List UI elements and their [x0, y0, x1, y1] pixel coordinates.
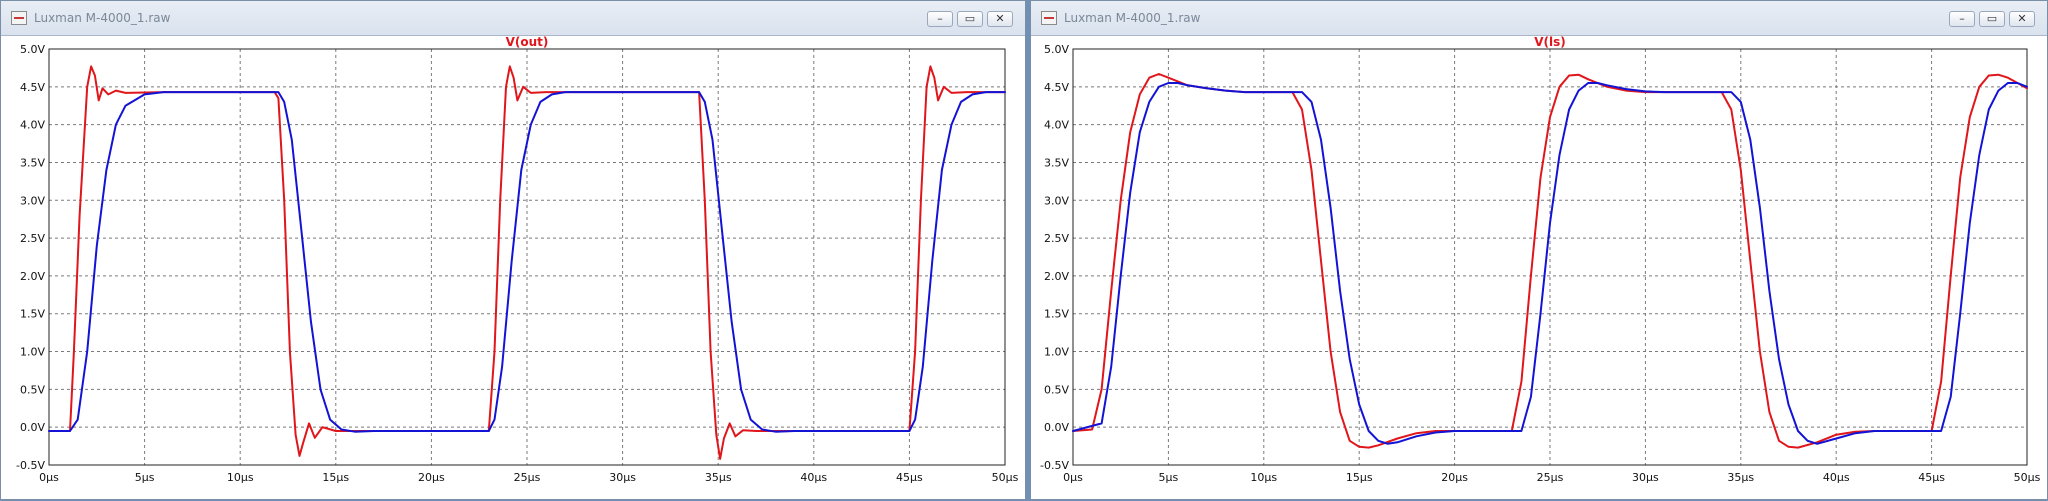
trace-title-vls: V(ls)	[1534, 35, 1566, 49]
x-tick-label: 45µs	[1918, 471, 1945, 484]
x-tick-label: 35µs	[705, 471, 732, 484]
x-tick-label: 25µs	[1537, 471, 1564, 484]
y-tick-label: 2.5V	[20, 232, 45, 245]
waveform-app-icon	[1041, 11, 1057, 25]
y-tick-label: 1.0V	[20, 346, 45, 359]
x-tick-label: 15µs	[1346, 471, 1373, 484]
x-tick-label: 0µs	[39, 471, 59, 484]
x-tick-label: 50µs	[992, 471, 1019, 484]
y-tick-label: 2.0V	[1044, 270, 1069, 283]
close-button[interactable]: ✕	[2009, 11, 2035, 27]
x-tick-label: 35µs	[1727, 471, 1754, 484]
x-tick-label: 45µs	[896, 471, 923, 484]
y-tick-label: 0.0V	[1044, 421, 1069, 434]
x-tick-label: 20µs	[418, 471, 445, 484]
x-tick-label: 40µs	[1823, 471, 1850, 484]
y-tick-label: 0.0V	[20, 421, 45, 434]
x-tick-label: 30µs	[1632, 471, 1659, 484]
waveform-plot[interactable]: V(out) 5.0V 4.5V 4.0V 3.5V 3.0V 2.5V 2.0V 1.5V 1…	[1, 35, 1025, 501]
trace-title-vout: V(out)	[506, 35, 549, 49]
minimize-button[interactable]: –	[927, 11, 953, 27]
y-tick-label: 2.5V	[1044, 232, 1069, 245]
x-tick-label: 20µs	[1441, 471, 1468, 484]
title-bar[interactable]: Luxman M-4000_1.raw – ▭ ✕	[1031, 1, 2047, 36]
x-tick-label: 5µs	[135, 471, 155, 484]
x-tick-label: 10µs	[227, 471, 254, 484]
close-button[interactable]: ✕	[987, 11, 1013, 27]
y-tick-label: 4.0V	[20, 119, 45, 132]
plot-window-vls[interactable]: Luxman M-4000_1.raw – ▭ ✕ V(ls) 5.0V 4.5V…	[1030, 0, 2048, 500]
waveform-app-icon	[11, 11, 27, 25]
y-tick-label: 1.5V	[1044, 308, 1069, 321]
trace-red[interactable]	[48, 65, 1006, 460]
y-tick-label: 3.0V	[20, 194, 45, 207]
plot-window-vout[interactable]: Luxman M-4000_1.raw – ▭ ✕ V(out) 5.0V 4.5…	[0, 0, 1026, 500]
x-tick-label: 40µs	[800, 471, 827, 484]
x-tick-label: 25µs	[514, 471, 541, 484]
y-tick-label: 1.0V	[1044, 346, 1069, 359]
window-title: Luxman M-4000_1.raw	[34, 11, 171, 25]
y-tick-label: 3.0V	[1044, 194, 1069, 207]
waveform-plot[interactable]: V(ls) 5.0V 4.5V 4.0V 3.5V 3.0V 2.5V 2.0V 1.5V 1.…	[1031, 35, 2047, 501]
x-tick-label: 0µs	[1063, 471, 1083, 484]
y-tick-label: 4.5V	[1044, 81, 1069, 94]
restore-button[interactable]: ▭	[1979, 11, 2005, 27]
minimize-button[interactable]: –	[1949, 11, 1975, 27]
x-tick-label: 5µs	[1159, 471, 1179, 484]
x-tick-label: 10µs	[1250, 471, 1277, 484]
y-tick-label: 3.5V	[1044, 156, 1069, 169]
y-tick-label: 4.0V	[1044, 119, 1069, 132]
window-title: Luxman M-4000_1.raw	[1064, 11, 1201, 25]
title-bar[interactable]: Luxman M-4000_1.raw – ▭ ✕	[1, 1, 1025, 36]
y-tick-label: 2.0V	[20, 270, 45, 283]
y-tick-label: 0.5V	[1044, 383, 1069, 396]
y-tick-label: 5.0V	[1044, 43, 1069, 56]
y-tick-label: 5.0V	[20, 43, 45, 56]
restore-button[interactable]: ▭	[957, 11, 983, 27]
x-tick-label: 50µs	[2014, 471, 2041, 484]
x-tick-label: 30µs	[609, 471, 636, 484]
y-tick-label: 0.5V	[20, 383, 45, 396]
y-tick-label: 1.5V	[20, 308, 45, 321]
x-tick-label: 15µs	[322, 471, 349, 484]
y-tick-label: 4.5V	[20, 81, 45, 94]
y-tick-label: 3.5V	[20, 156, 45, 169]
